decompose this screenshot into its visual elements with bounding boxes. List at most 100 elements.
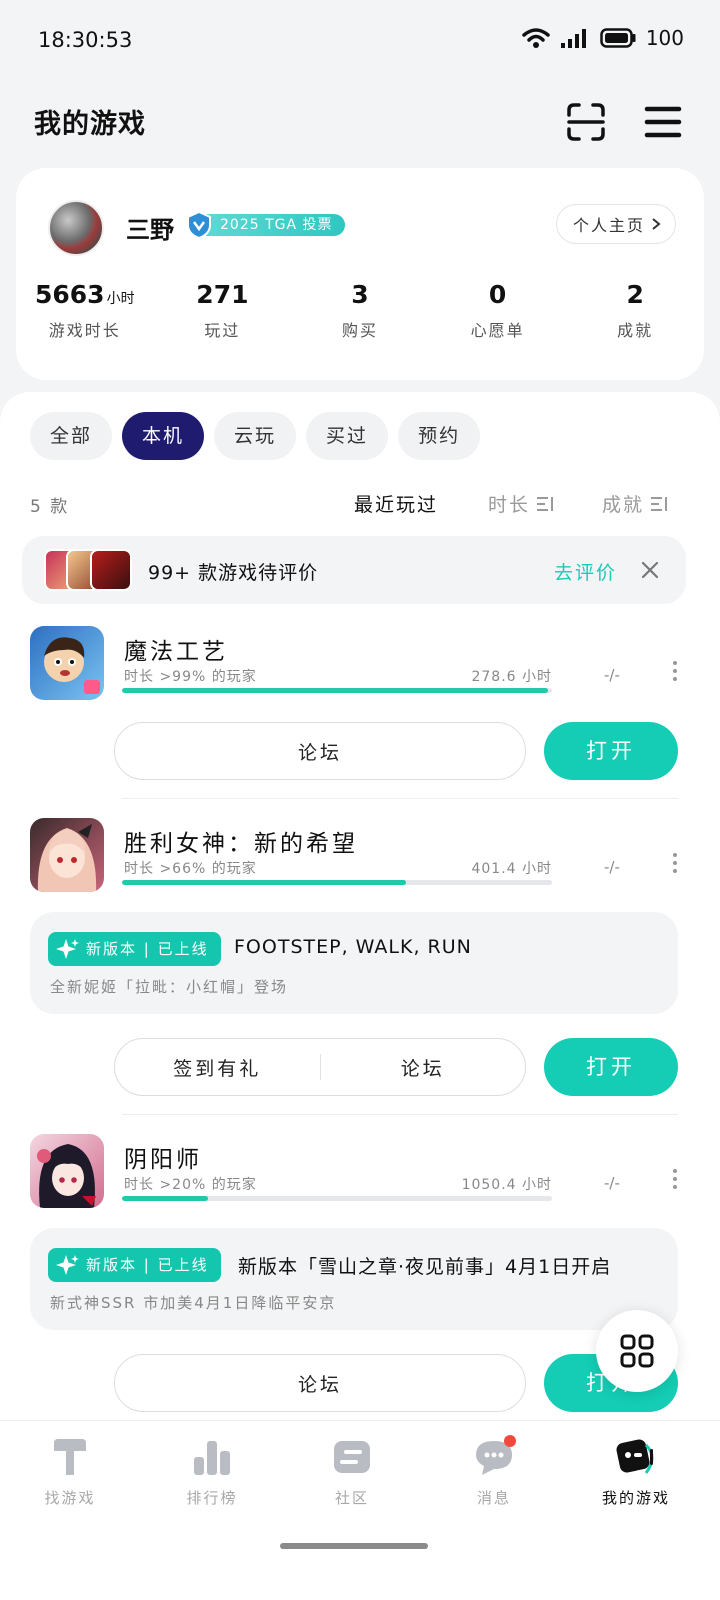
game-thumbnail — [90, 549, 132, 591]
bottom-nav: 找游戏 排行榜 社区 消息 我的游戏 — [0, 1420, 720, 1600]
nav-ranking[interactable]: 排行榜 — [152, 1435, 272, 1508]
filter-chip-cloud[interactable]: 云玩 — [214, 412, 297, 460]
battery-level: 100 — [645, 26, 684, 50]
game-meta: 时长 >66% 的玩家 401.4 小时 — [124, 858, 552, 878]
review-text: 99+ 款游戏待评价 — [148, 562, 319, 584]
review-action-link[interactable]: 去评价 — [554, 558, 617, 585]
game-actions: 签到有礼 论坛 — [114, 1038, 526, 1096]
stat-label: 心愿单 — [470, 321, 525, 340]
play-progress-fill — [122, 688, 548, 693]
new-version-tag-label: 新版本 | 已上线 — [86, 940, 209, 958]
grid-menu-button[interactable] — [596, 1310, 678, 1392]
game-icon[interactable] — [30, 626, 104, 700]
play-percentile: 时长 >20% 的玩家 — [124, 1177, 257, 1193]
news-title: FOOTSTEP, WALK, RUN — [234, 936, 472, 958]
avatar[interactable] — [48, 200, 104, 256]
stat-unit: 小时 — [106, 291, 135, 307]
forum-button[interactable]: 论坛 — [115, 1370, 525, 1397]
forum-button[interactable]: 论坛 — [115, 738, 525, 765]
stat-played[interactable]: 271 玩过 — [154, 280, 292, 341]
game-icon[interactable] — [30, 1134, 104, 1208]
stat-value: 271 — [196, 280, 249, 309]
open-game-button[interactable]: 打开 — [544, 1038, 678, 1096]
news-subtitle: 全新妮姬「拉毗：小红帽」登场 — [50, 978, 289, 996]
nav-message[interactable]: 消息 — [434, 1435, 554, 1508]
more-options-icon[interactable] — [672, 660, 678, 682]
stat-play-time[interactable]: 5663 小时 游戏时长 — [16, 280, 154, 341]
forum-button[interactable]: 论坛 — [321, 1054, 526, 1081]
filter-chip-bought[interactable]: 买过 — [306, 412, 389, 460]
menu-icon[interactable] — [644, 104, 682, 140]
sort-duration[interactable]: 时长 — [488, 490, 554, 517]
close-icon[interactable] — [638, 558, 662, 582]
game-count: 5 款 — [30, 497, 70, 517]
more-options-icon[interactable] — [672, 852, 678, 874]
play-hours: 278.6 小时 — [471, 669, 552, 685]
profile-home-button[interactable]: 个人主页 — [555, 204, 676, 244]
game-actions: 论坛 — [114, 722, 526, 780]
signal-icon — [560, 29, 586, 48]
sort-icon — [651, 496, 668, 511]
sort-achievement[interactable]: 成就 — [602, 490, 668, 517]
nav-label: 社区 — [334, 1489, 369, 1507]
home-indicator[interactable] — [280, 1543, 428, 1549]
achievement-progress: -/- — [604, 666, 620, 684]
play-progress-fill — [122, 1196, 208, 1201]
stat-label: 游戏时长 — [48, 321, 121, 340]
game-icon[interactable] — [30, 818, 104, 892]
nav-label: 排行榜 — [186, 1489, 238, 1507]
battery-icon — [600, 28, 636, 48]
sort-recent-label: 最近玩过 — [354, 494, 439, 516]
status-time: 18:30:53 — [38, 28, 133, 52]
open-game-button[interactable]: 打开 — [544, 722, 678, 780]
nav-label: 我的游戏 — [601, 1489, 670, 1507]
scan-icon[interactable] — [566, 102, 606, 142]
stats-row: 5663 小时 游戏时长 271 玩过 3 购买 0 心愿单 2 成就 — [16, 280, 704, 341]
filter-chip-reserved[interactable]: 预约 — [398, 412, 481, 460]
stat-value: 5663 小时 — [35, 280, 135, 309]
stat-value: 2 — [626, 280, 644, 309]
game-meta: 时长 >20% 的玩家 1050.4 小时 — [124, 1174, 552, 1194]
chevron-right-icon — [652, 218, 661, 230]
stat-value: 3 — [351, 280, 369, 309]
divider — [122, 1114, 678, 1115]
wifi-icon — [522, 28, 550, 48]
sort-duration-label: 时长 — [488, 494, 531, 516]
review-banner[interactable]: 99+ 款游戏待评价 去评价 — [22, 536, 686, 604]
filter-chip-local[interactable]: 本机 — [122, 412, 205, 460]
nav-find-game[interactable]: 找游戏 — [10, 1435, 130, 1508]
play-percentile: 时长 >99% 的玩家 — [124, 669, 257, 685]
news-card[interactable]: 新版本 | 已上线 新版本「雪山之章·夜见前事」4月1日开启 新式神SSR 市加… — [30, 1228, 678, 1330]
stat-wishlist[interactable]: 0 心愿单 — [429, 280, 567, 341]
sparkle-icon — [56, 1255, 79, 1275]
stat-label: 成就 — [617, 321, 654, 340]
tga-badge[interactable]: 2025 TGA 投票 — [186, 211, 345, 239]
news-card[interactable]: 新版本 | 已上线 FOOTSTEP, WALK, RUN 全新妮姬「拉毗：小红… — [30, 912, 678, 1014]
checkin-button[interactable]: 签到有礼 — [115, 1054, 320, 1081]
game-name[interactable]: 胜利女神：新的希望 — [124, 824, 358, 858]
shield-badge-icon — [187, 211, 211, 239]
divider — [122, 798, 678, 799]
user-name[interactable]: 三野 — [126, 210, 174, 245]
ranking-icon — [194, 1441, 230, 1475]
more-options-icon[interactable] — [672, 1168, 678, 1190]
profile-card: 三野 2025 TGA 投票 个人主页 5663 小时 游戏时长 271 玩过 3… — [16, 168, 704, 380]
stat-purchased[interactable]: 3 购买 — [291, 280, 429, 341]
status-icons: 100 — [522, 26, 684, 50]
nav-my-games[interactable]: 我的游戏 — [576, 1435, 696, 1508]
nav-community[interactable]: 社区 — [292, 1435, 412, 1508]
game-name[interactable]: 阴阳师 — [124, 1140, 202, 1174]
game-name[interactable]: 魔法工艺 — [124, 632, 228, 666]
sort-recent[interactable]: 最近玩过 — [354, 490, 438, 517]
filter-chip-all[interactable]: 全部 — [30, 412, 113, 460]
play-percentile: 时长 >66% 的玩家 — [124, 861, 257, 877]
grid-icon — [620, 1334, 654, 1368]
play-hours: 401.4 小时 — [471, 861, 552, 877]
message-icon — [476, 1435, 516, 1475]
news-subtitle: 新式神SSR 市加美4月1日降临平安京 — [50, 1294, 337, 1312]
play-progress-bar — [122, 880, 552, 885]
game-art-icon — [37, 1144, 96, 1208]
new-version-tag-label: 新版本 | 已上线 — [86, 1256, 209, 1274]
stat-achievements[interactable]: 2 成就 — [566, 280, 704, 341]
game-art-icon — [44, 637, 100, 694]
